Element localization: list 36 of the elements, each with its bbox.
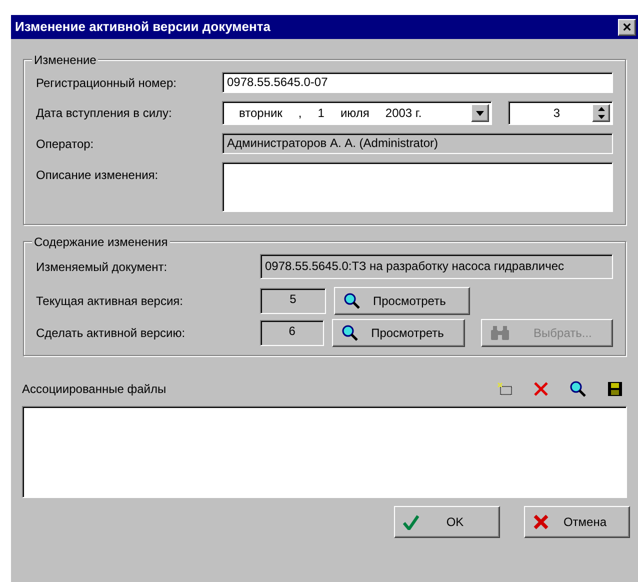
date-picker[interactable]: вторник , 1 июля 2003 г. [222,101,492,125]
delete-icon[interactable] [533,381,549,397]
field-label: Дата вступления в силу: [36,105,173,122]
cancel-button[interactable]: Отмена [524,506,630,538]
dropdown-button[interactable] [471,104,489,122]
ok-button[interactable]: OK [394,506,500,538]
files-label: Ассоциированные файлы [22,381,166,398]
date-text: вторник , 1 июля 2003 г. [238,105,423,122]
field-label: Текущая активная версия: [36,293,184,310]
close-button[interactable]: × [618,18,636,36]
up-down-arrows-icon [598,107,604,119]
field-label: Регистрационный номер: [36,74,178,92]
close-icon [533,514,549,530]
checkmark-icon [403,514,419,530]
binoculars-icon [490,325,510,341]
spin-value: 3 [552,105,561,122]
window-title: Изменение активной версии документа [15,18,270,36]
caret-icon [476,110,484,116]
document-field: 0978.55.5645.0:ТЗ на разработку насоса гидравличес [260,254,613,279]
new-file-icon[interactable] [497,382,513,396]
version-field: 5 [260,288,326,314]
save-icon[interactable] [607,381,623,397]
input-field: Администраторов А. А. (Administrator) [222,133,613,154]
field-label: Изменяемый документ: [36,258,168,276]
field-label: Оператор: [36,136,95,152]
magnifier-icon [343,292,361,310]
input-field[interactable]: 0978.55.5645.0-07 [222,72,613,93]
version-field: 6 [260,320,324,346]
magnifier-icon [569,380,587,398]
view-button[interactable]: Просмотреть [332,319,465,347]
view-button[interactable]: Просмотреть [334,287,470,315]
field-label: Описание изменения: [36,167,160,184]
spin-buttons[interactable] [592,104,610,122]
spin-field[interactable]: 3 [508,101,613,125]
magnifier-icon [341,324,360,342]
field-label: Сделать активной версию: [36,325,186,342]
